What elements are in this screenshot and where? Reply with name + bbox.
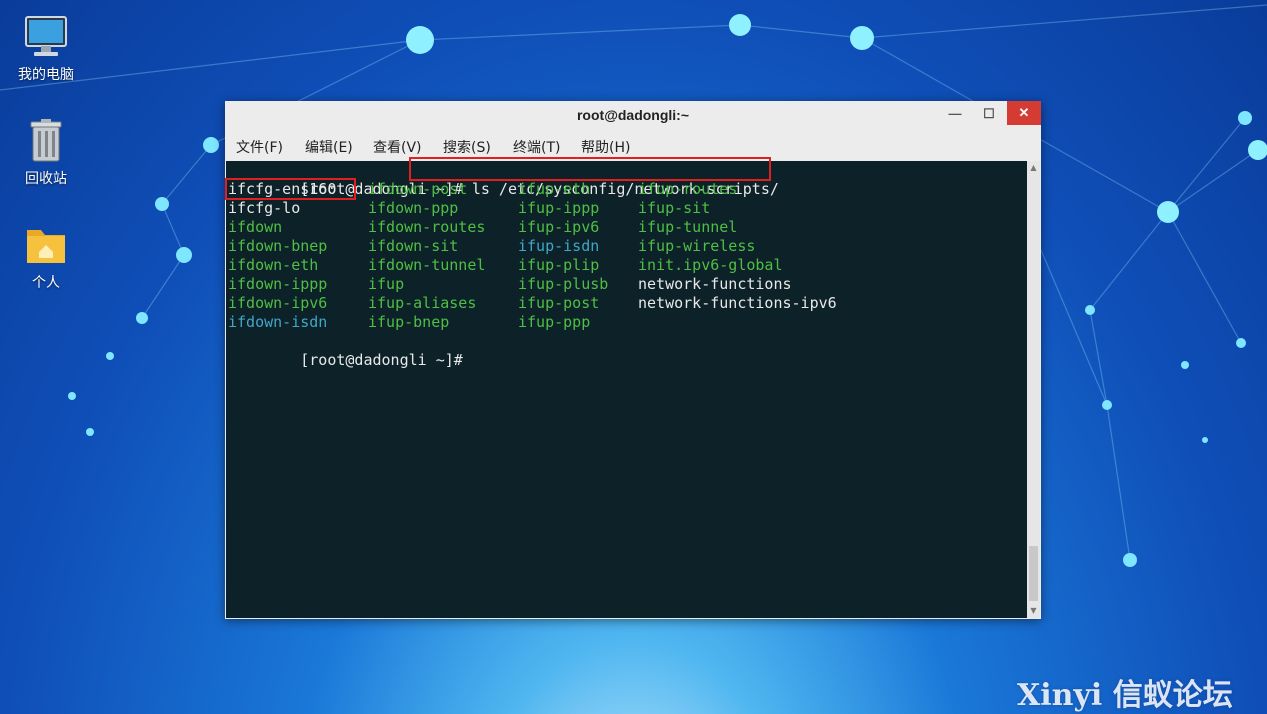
listing-entry: ifdown-ipv6 [228, 294, 328, 312]
listing-entry: ifdown-bnep [228, 237, 328, 255]
listing-entry: ifdown-eth [228, 256, 319, 274]
window-titlebar[interactable]: root@dadongli:~ — ☐ ✕ [225, 101, 1041, 129]
listing-entry: init.ipv6-global [638, 256, 783, 274]
listing-entry: ifup-plusb [518, 275, 609, 293]
listing-entry: ifup-wireless [638, 237, 756, 255]
desktop-icon-home[interactable]: 个人 [6, 222, 86, 292]
desktop-icon-label: 我的电脑 [18, 67, 74, 83]
maximize-button[interactable]: ☐ [973, 103, 1005, 125]
menu-file[interactable]: 文件(F) [236, 137, 283, 157]
menu-search[interactable]: 搜索(S) [443, 137, 491, 157]
trash-icon [23, 118, 69, 164]
listing-entry: ifdown-post [368, 180, 468, 198]
menu-terminal[interactable]: 终端(T) [513, 137, 560, 157]
menu-view[interactable]: 查看(V) [373, 137, 422, 157]
ifcfg-ens160-highlight-box [225, 178, 356, 200]
listing-entry: ifdown-isdn [228, 313, 328, 331]
desktop-icon-computer[interactable]: 我的电脑 [6, 14, 86, 84]
scrollbar-thumb[interactable] [1029, 546, 1038, 601]
minimize-button[interactable]: — [939, 103, 971, 125]
menu-bar: 文件(F) 编辑(E) 查看(V) 搜索(S) 终端(T) 帮助(H) [225, 133, 1041, 159]
menu-edit[interactable]: 编辑(E) [305, 137, 353, 157]
watermark-logo: Xinyi 信蚁论坛 [1017, 678, 1233, 713]
listing-entry: ifcfg-lo [228, 199, 301, 217]
command-highlight-box [409, 157, 771, 181]
listing-entry: network-functions [638, 275, 792, 293]
listing-entry: ifdown-tunnel [368, 256, 486, 274]
listing-entry: ifup-aliases [368, 294, 477, 312]
listing-entry: ifup-post [518, 294, 600, 312]
listing-entry: ifup-tunnel [638, 218, 738, 236]
listing-entry: ifup-bnep [368, 313, 450, 331]
terminal-output[interactable]: [root@dadongli ~]# ls /etc/sysconfig/net… [225, 157, 1027, 618]
desktop-icon-label: 个人 [32, 275, 60, 291]
desktop-icon-label: 回收站 [25, 171, 67, 187]
close-button[interactable]: ✕ [1007, 101, 1041, 125]
terminal-window: root@dadongli:~ — ☐ ✕ 文件(F) 编辑(E) 查看(V) … [225, 101, 1041, 619]
listing-entry: ifup-sit [638, 199, 711, 217]
terminal-prompt-line: [root@dadongli ~]# [228, 332, 463, 369]
scroll-down-arrow-icon[interactable]: ▼ [1027, 604, 1040, 617]
listing-entry: ifup [368, 275, 405, 293]
listing-entry: ifup-routes [638, 180, 738, 198]
desktop: 我的电脑 回收站 个人 root@dadongli:~ — ☐ ✕ 文件(F) … [0, 0, 1267, 714]
listing-entry: ifup-isdn [518, 237, 600, 255]
desktop-icon-trash[interactable]: 回收站 [6, 118, 86, 188]
listing-entry: ifup-eth [518, 180, 591, 198]
shell-prompt: [root@dadongli ~]# [300, 351, 463, 369]
listing-entry: ifdown-sit [368, 237, 459, 255]
home-folder-icon [23, 222, 69, 268]
menu-help[interactable]: 帮助(H) [581, 137, 630, 157]
scroll-up-arrow-icon[interactable]: ▲ [1027, 161, 1040, 174]
terminal-scrollbar[interactable]: ▲ ▼ [1027, 161, 1040, 618]
listing-entry: network-functions-ipv6 [638, 294, 837, 312]
listing-entry: ifup-plip [518, 256, 600, 274]
window-title: root@dadongli:~ [576, 107, 690, 123]
listing-entry: ifdown-ippp [228, 275, 328, 293]
listing-entry: ifup-ippp [518, 199, 600, 217]
listing-entry: ifdown-ppp [368, 199, 459, 217]
computer-icon [23, 14, 69, 60]
listing-entry: ifup-ppp [518, 313, 591, 331]
listing-entry: ifdown-routes [368, 218, 486, 236]
listing-entry: ifup-ipv6 [518, 218, 600, 236]
listing-entry: ifdown [228, 218, 283, 236]
